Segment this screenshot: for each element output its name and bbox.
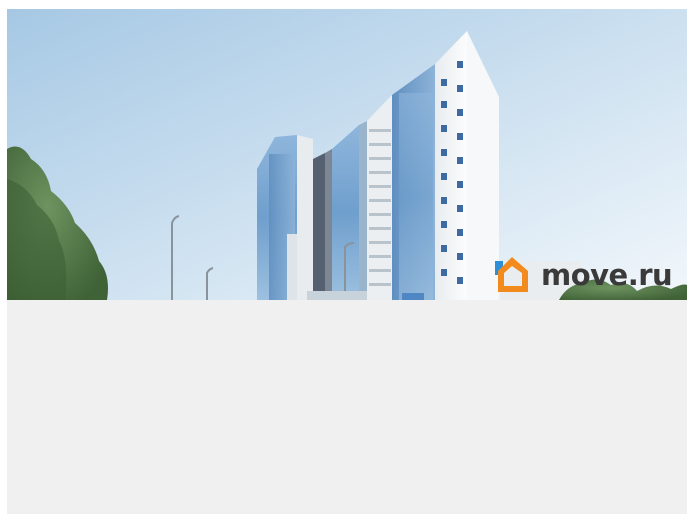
listing-photo-frame[interactable]: move.ru — [7, 9, 687, 514]
image-placeholder-area — [7, 300, 687, 514]
move-ru-house-logo-icon — [495, 257, 528, 292]
building-photo[interactable]: move.ru — [7, 9, 687, 300]
move-ru-watermark-text: move.ru — [541, 258, 673, 292]
move-ru-watermark: move.ru — [493, 255, 673, 295]
